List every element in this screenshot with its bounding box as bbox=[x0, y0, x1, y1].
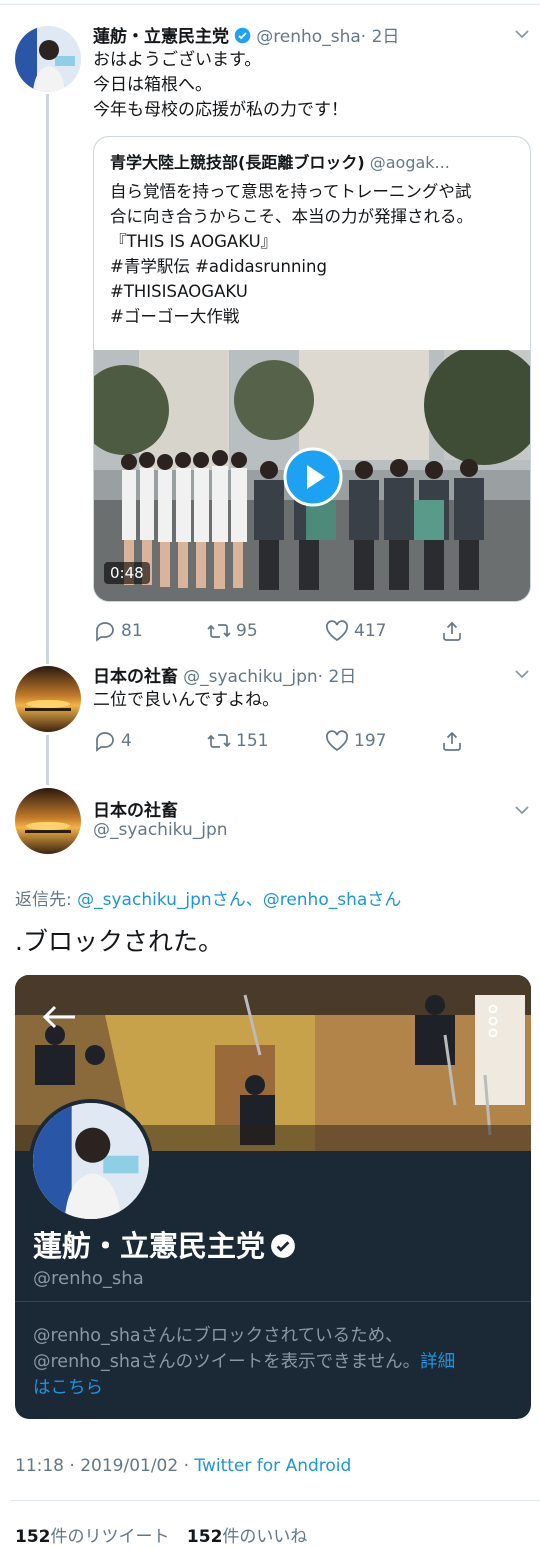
share-icon bbox=[443, 621, 461, 641]
like-count-stat: 152 bbox=[186, 1527, 223, 1547]
like-stat[interactable]: 152件のいいね bbox=[187, 1527, 308, 1547]
text-line: 今年も母校の応援が私の力です！ bbox=[93, 100, 348, 120]
reply-label: 返信先: bbox=[15, 890, 72, 910]
details-link-cont[interactable]: はこちら bbox=[33, 1378, 103, 1398]
back-arrow-icon[interactable] bbox=[39, 1003, 79, 1031]
like-action[interactable]: 417 bbox=[324, 619, 386, 643]
reply-action[interactable]: 81 bbox=[93, 619, 143, 643]
reply-context: 返信先: @_syachiku_jpnさん、@renho_shaさん bbox=[15, 885, 401, 910]
retweet-count: 151 bbox=[236, 731, 269, 751]
timestamp: · 2日 bbox=[360, 27, 400, 47]
share-action[interactable] bbox=[440, 619, 464, 643]
like-count: 417 bbox=[354, 621, 387, 641]
card-username: @renho_sha bbox=[33, 1268, 144, 1289]
thread-line bbox=[46, 94, 49, 664]
share-action[interactable] bbox=[440, 729, 464, 753]
card-avatar bbox=[29, 1099, 153, 1223]
tweet-timestamp-line: 11:18 · 2019/01/02 · Twitter for Android bbox=[15, 1456, 351, 1476]
tweet1-header: 蓮舫・立憲民主党 @renho_sha· 2日 bbox=[93, 22, 399, 47]
card-name-row: 蓮舫・立憲民主党 bbox=[33, 1223, 296, 1265]
video-thumbnail[interactable]: 0:48 bbox=[94, 350, 530, 601]
retweet-action[interactable]: 95 bbox=[206, 619, 258, 643]
rt-label: 件のリツイート bbox=[50, 1527, 170, 1547]
tweet2-header: 日本の社畜 @_syachiku_jpn· 2日 bbox=[93, 662, 356, 687]
card-display-name: 蓮舫・立憲民主党 bbox=[33, 1229, 266, 1263]
reply-count: 81 bbox=[121, 621, 143, 641]
blocked-profile-card[interactable]: 蓮舫・立憲民主党 @renho_sha @renho_shaさんにブロックされて… bbox=[15, 975, 531, 1419]
username[interactable]: @renho_sha bbox=[256, 27, 361, 47]
blocked-line-2: @renho_shaさんのツイートを表示できません。 bbox=[33, 1352, 421, 1372]
quote-line: #ゴーゴー大作戦 bbox=[110, 307, 240, 326]
quote-line: #THISISAOGAKU bbox=[110, 282, 248, 301]
more-options-icon[interactable] bbox=[481, 1001, 505, 1041]
quote-header: 青学大陸上競技部(長距離ブロック) @aogak... bbox=[110, 149, 450, 173]
quoted-tweet[interactable]: 青学大陸上競技部(長距離ブロック) @aogak... 自ら覚悟を持って意思を持… bbox=[93, 136, 531, 602]
tweet-timestamp: 11:18 · 2019/01/02 · bbox=[15, 1456, 195, 1476]
quote-line: 合に向き合うからこそ、本当の力が発揮される。 bbox=[110, 207, 473, 226]
reply-action[interactable]: 4 bbox=[93, 729, 132, 753]
quote-handle: @aogak... bbox=[369, 153, 450, 172]
tweet2-actions: 4 151 197 bbox=[93, 728, 523, 754]
reply-count: 4 bbox=[121, 731, 132, 751]
avatar-syachiku-main[interactable] bbox=[15, 788, 81, 854]
text-line: 今日は箱根へ。 bbox=[93, 75, 212, 95]
tweet-stats: 152件のリツイート 152件のいいね bbox=[15, 1522, 307, 1547]
retweet-action[interactable]: 151 bbox=[206, 729, 268, 753]
blocked-line-1: @renho_shaさんにブロックされているため、 bbox=[33, 1326, 403, 1346]
retweet-stat[interactable]: 152件のリツイート bbox=[15, 1527, 170, 1547]
avatar-syachiku[interactable] bbox=[15, 666, 81, 732]
quote-text: 自ら覚悟を持って意思を持ってトレーニングや試 合に向き合うからこそ、本当の力が発… bbox=[110, 179, 473, 329]
heart-icon bbox=[326, 730, 348, 752]
tweet1-text: おはようございます。 今日は箱根へ。 今年も母校の応援が私の力です！ bbox=[93, 48, 348, 123]
blocked-message: @renho_shaさんにブロックされているため、 @renho_shaさんのツ… bbox=[33, 1323, 455, 1401]
avatar-image bbox=[15, 666, 81, 732]
rt-count: 152 bbox=[15, 1527, 51, 1547]
thread-line-2 bbox=[46, 735, 49, 785]
quote-line: 『THIS IS AOGAKU』 bbox=[110, 232, 278, 251]
display-name[interactable]: 日本の社畜 bbox=[93, 667, 178, 687]
share-icon bbox=[443, 731, 461, 751]
timestamp: · 2日 bbox=[317, 667, 357, 687]
heart-icon bbox=[326, 620, 348, 642]
avatar-image bbox=[15, 788, 81, 854]
verified-icon bbox=[234, 27, 251, 44]
display-name[interactable]: 蓮舫・立憲民主党 bbox=[93, 27, 229, 47]
reply-to-link[interactable]: @_syachiku_jpnさん、@renho_shaさん bbox=[77, 890, 401, 910]
chevron-down-icon[interactable] bbox=[512, 664, 532, 684]
tweet-source[interactable]: Twitter for Android bbox=[194, 1456, 351, 1476]
quote-line: #青学駅伝 #adidasrunning bbox=[110, 257, 327, 276]
tweet2-text: 二位で良いんですよね。 bbox=[93, 690, 280, 710]
like-action[interactable]: 197 bbox=[324, 729, 386, 753]
tweet1-actions: 81 95 417 bbox=[93, 618, 523, 644]
like-label: 件のいいね bbox=[222, 1527, 308, 1547]
stats-divider bbox=[10, 1500, 540, 1501]
top-divider bbox=[0, 4, 540, 5]
details-link[interactable]: 詳細 bbox=[420, 1352, 455, 1372]
main-display-name[interactable]: 日本の社畜 bbox=[93, 796, 178, 821]
retweet-icon bbox=[207, 624, 231, 638]
username[interactable]: @_syachiku_jpn bbox=[183, 667, 318, 687]
video-duration: 0:48 bbox=[104, 562, 150, 584]
avatar-image bbox=[15, 26, 81, 92]
quote-name: 青学大陸上競技部(長距離ブロック) bbox=[110, 153, 365, 172]
reply-icon bbox=[96, 732, 114, 752]
main-tweet-text: .ブロックされた。 bbox=[15, 927, 223, 956]
quote-line: 自ら覚悟を持って意思を持ってトレーニングや試 bbox=[110, 182, 472, 201]
avatar-renho[interactable] bbox=[15, 26, 81, 92]
chevron-down-icon[interactable] bbox=[512, 800, 532, 820]
retweet-icon bbox=[207, 734, 231, 748]
text-line: おはようございます。 bbox=[93, 50, 262, 70]
reply-icon bbox=[96, 622, 114, 642]
avatar-image bbox=[33, 1103, 149, 1219]
verified-icon bbox=[271, 1234, 296, 1258]
card-divider bbox=[15, 1301, 531, 1302]
chevron-down-icon[interactable] bbox=[512, 24, 532, 44]
main-username[interactable]: @_syachiku_jpn bbox=[93, 820, 228, 840]
play-icon[interactable] bbox=[283, 447, 343, 507]
retweet-count: 95 bbox=[236, 621, 258, 641]
like-count: 197 bbox=[354, 731, 387, 751]
